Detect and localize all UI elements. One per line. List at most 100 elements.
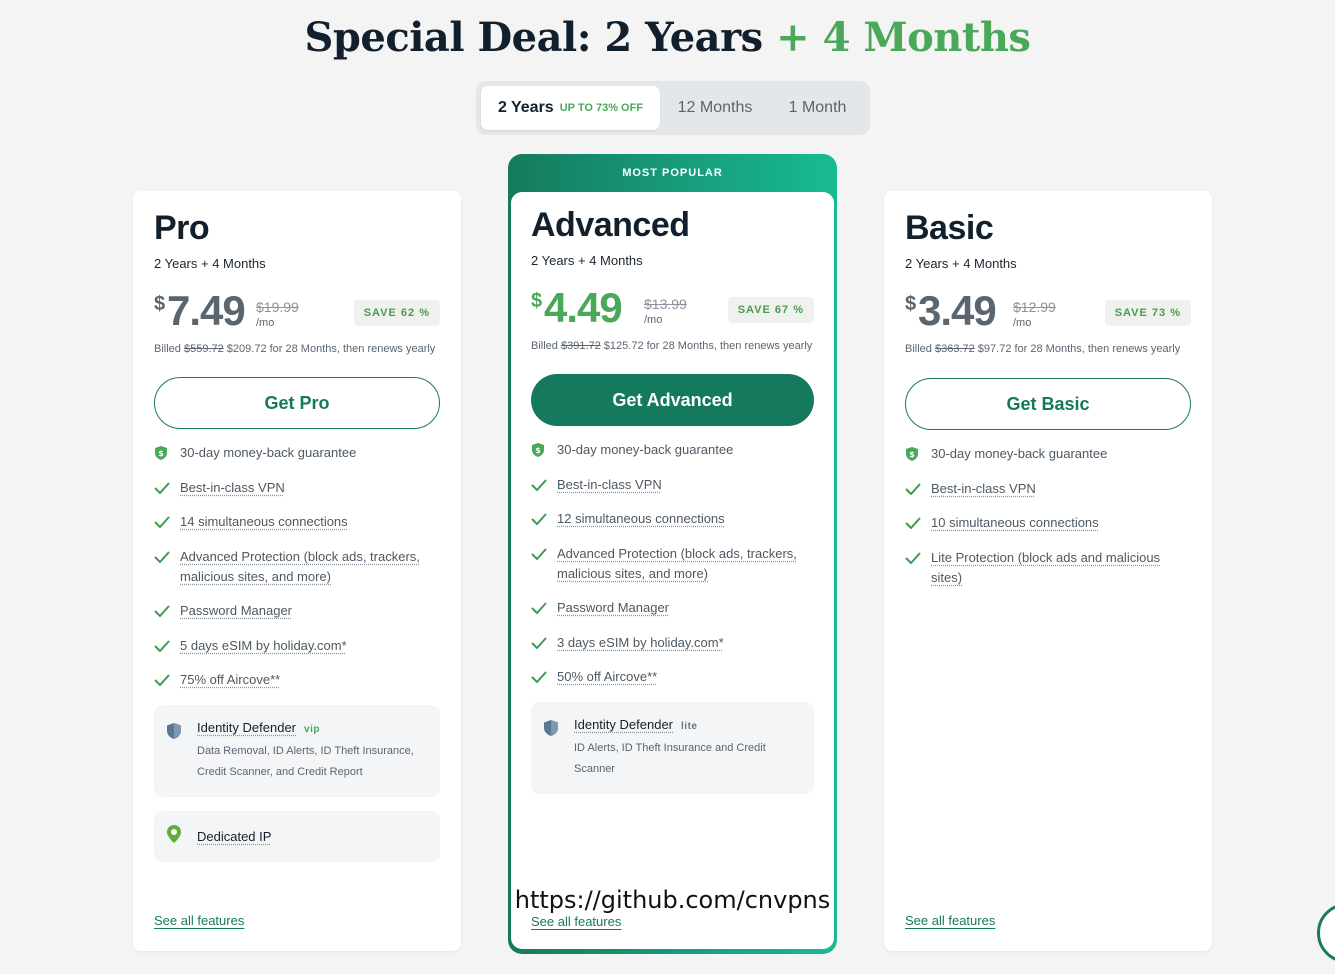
check-icon bbox=[154, 636, 180, 656]
price-amount: 4.49 bbox=[544, 284, 623, 331]
svg-text:$: $ bbox=[535, 446, 541, 455]
check-icon bbox=[531, 475, 557, 495]
save-badge: SAVE 67 % bbox=[727, 297, 814, 323]
feature-link[interactable]: 75% off Aircove** bbox=[180, 670, 280, 690]
term-option-label: 2 Years bbox=[497, 99, 554, 116]
term-option-2-years[interactable]: 2 Years UP TO 73% OFF bbox=[481, 86, 660, 130]
feature-link[interactable]: Password Manager bbox=[180, 601, 292, 621]
chat-widget-button[interactable] bbox=[1317, 903, 1335, 963]
billing-note: Billed $559.72 $209.72 for 28 Months, th… bbox=[154, 339, 440, 360]
per-month: /mo bbox=[256, 317, 275, 329]
feature-item: 10 simultaneous connections bbox=[905, 513, 1191, 533]
feature-item: Advanced Protection (block ads, trackers… bbox=[531, 544, 814, 584]
feature-item: Best-in-class VPN bbox=[905, 479, 1191, 499]
feature-text: 30-day money-back guarantee bbox=[180, 445, 357, 460]
original-price: $13.99 bbox=[644, 296, 687, 312]
feature-text: 30-day money-back guarantee bbox=[931, 446, 1108, 461]
term-toggle: 2 Years UP TO 73% OFF 12 Months 1 Month bbox=[476, 81, 870, 135]
identity-defender-box: Identity Defender lite ID Alerts, ID Thef… bbox=[531, 701, 814, 794]
feature-item: Best-in-class VPN bbox=[531, 475, 814, 495]
save-badge: SAVE 62 % bbox=[353, 300, 440, 326]
svg-text:$: $ bbox=[158, 449, 164, 458]
watermark-url: https://github.com/cnvpns bbox=[514, 886, 831, 914]
identity-defender-link[interactable]: Identity Defender bbox=[197, 720, 296, 735]
get-basic-button[interactable]: Get Basic bbox=[905, 378, 1191, 430]
identity-defender-box: Identity Defender vip Data Removal, ID Al… bbox=[154, 704, 440, 797]
currency-symbol: $ bbox=[154, 293, 166, 315]
feature-item: $30-day money-back guarantee bbox=[905, 444, 1191, 464]
billed-detail: $125.72 for 28 Months, then renews yearl… bbox=[603, 340, 813, 352]
per-month: /mo bbox=[1013, 317, 1032, 329]
save-badge: SAVE 73 % bbox=[1104, 300, 1191, 326]
billed-original: $363.72 bbox=[934, 343, 975, 355]
price-amount: 3.49 bbox=[918, 287, 997, 334]
check-icon bbox=[905, 479, 931, 499]
check-icon bbox=[154, 512, 180, 532]
check-icon bbox=[531, 598, 557, 618]
plan-term: 2 Years + 4 Months bbox=[154, 256, 266, 271]
plan-card-pro: Pro 2 Years + 4 Months $ 7.49 $19.99 /mo… bbox=[133, 191, 461, 951]
feature-item: 5 days eSIM by holiday.com* bbox=[154, 636, 440, 656]
headline-accent: + 4 Months bbox=[776, 14, 1031, 61]
feature-item: Best-in-class VPN bbox=[154, 478, 440, 498]
check-icon bbox=[531, 509, 557, 529]
feature-link[interactable]: 50% off Aircove** bbox=[557, 667, 657, 687]
feature-item: $30-day money-back guarantee bbox=[531, 440, 814, 460]
plan-card-basic: Basic 2 Years + 4 Months $ 3.49 $12.99 /… bbox=[884, 191, 1212, 951]
get-advanced-button[interactable]: Get Advanced bbox=[531, 374, 814, 426]
get-pro-button[interactable]: Get Pro bbox=[154, 377, 440, 429]
feature-link[interactable]: Best-in-class VPN bbox=[180, 478, 285, 498]
billing-note: Billed $363.72 $97.72 for 28 Months, the… bbox=[905, 339, 1191, 360]
tier-tag: vip bbox=[304, 723, 320, 735]
check-icon bbox=[905, 548, 931, 568]
feature-item: 75% off Aircove** bbox=[154, 670, 440, 690]
feature-link[interactable]: 10 simultaneous connections bbox=[931, 513, 1099, 533]
feature-link[interactable]: Advanced Protection (block ads, trackers… bbox=[557, 544, 814, 584]
see-all-features-link[interactable]: See all features bbox=[905, 913, 995, 928]
feature-list: $30-day money-back guarantee Best-in-cla… bbox=[905, 444, 1191, 588]
feature-link[interactable]: 12 simultaneous connections bbox=[557, 509, 725, 529]
feature-item: Lite Protection (block ads and malicious… bbox=[905, 548, 1191, 588]
discount-badge: UP TO 73% OFF bbox=[559, 102, 644, 114]
feature-item: Password Manager bbox=[531, 598, 814, 618]
feature-item: Advanced Protection (block ads, trackers… bbox=[154, 547, 440, 587]
shield-icon bbox=[166, 719, 197, 783]
feature-link[interactable]: 14 simultaneous connections bbox=[180, 512, 348, 532]
billed-original: $391.72 bbox=[560, 340, 601, 352]
term-option-1-month[interactable]: 1 Month bbox=[770, 86, 865, 130]
currency-symbol: $ bbox=[905, 293, 917, 315]
see-all-features-link[interactable]: See all features bbox=[531, 914, 621, 929]
check-icon bbox=[905, 513, 931, 533]
dedicated-ip-box: Dedicated IP bbox=[154, 810, 440, 862]
billed-detail: $97.72 for 28 Months, then renews yearly bbox=[977, 343, 1181, 355]
check-icon bbox=[154, 670, 180, 690]
price-amount: 7.49 bbox=[167, 287, 246, 334]
identity-defender-link[interactable]: Identity Defender bbox=[574, 717, 673, 732]
feature-list: $30-day money-back guarantee Best-in-cla… bbox=[154, 443, 440, 690]
feature-link[interactable]: 5 days eSIM by holiday.com* bbox=[180, 636, 347, 656]
page-headline: Special Deal: 2 Years + 4 Months bbox=[0, 14, 1335, 61]
shield-dollar-icon: $ bbox=[531, 440, 557, 460]
price-row: $ 7.49 $19.99 /mo SAVE 62 % bbox=[154, 287, 440, 337]
feature-link[interactable]: 3 days eSIM by holiday.com* bbox=[557, 633, 724, 653]
billed-prefix: Billed bbox=[531, 340, 558, 352]
feature-link[interactable]: Best-in-class VPN bbox=[557, 475, 662, 495]
per-month: /mo bbox=[644, 314, 663, 326]
feature-link[interactable]: Password Manager bbox=[557, 598, 669, 618]
feature-link[interactable]: Best-in-class VPN bbox=[931, 479, 1036, 499]
see-all-features-link[interactable]: See all features bbox=[154, 913, 244, 928]
check-icon bbox=[154, 601, 180, 621]
feature-link[interactable]: Lite Protection (block ads and malicious… bbox=[931, 548, 1191, 588]
plan-name: Pro bbox=[154, 209, 210, 247]
billing-note: Billed $391.72 $125.72 for 28 Months, th… bbox=[531, 336, 814, 357]
plan-term: 2 Years + 4 Months bbox=[531, 253, 643, 268]
feature-link[interactable]: Advanced Protection (block ads, trackers… bbox=[180, 547, 440, 587]
original-price: $12.99 bbox=[1013, 299, 1056, 315]
feature-item: 12 simultaneous connections bbox=[531, 509, 814, 529]
headline-main: Special Deal: 2 Years bbox=[304, 14, 764, 61]
plan-name: Advanced bbox=[531, 206, 690, 244]
term-option-12-months[interactable]: 12 Months bbox=[660, 86, 770, 130]
dedicated-ip-link[interactable]: Dedicated IP bbox=[197, 829, 271, 844]
billed-detail: $209.72 for 28 Months, then renews yearl… bbox=[226, 343, 436, 355]
identity-defender-description: Data Removal, ID Alerts, ID Theft Insura… bbox=[197, 744, 414, 778]
